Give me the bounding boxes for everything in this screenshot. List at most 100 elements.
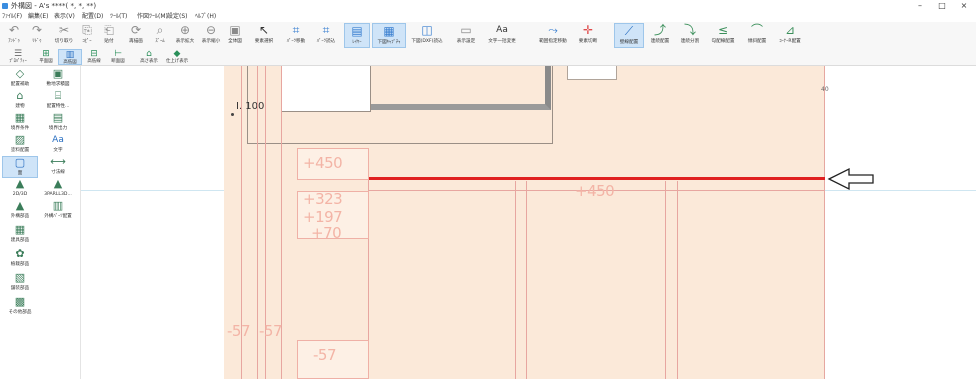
sidebar-item-fittings[interactable]: ▦ 建具部品 — [2, 224, 38, 246]
part-move-button[interactable]: ⌗ ﾊﾟｰﾂ移動 — [282, 23, 310, 48]
corner-icon: ⊿ — [784, 23, 796, 37]
dim-label: -57 — [259, 322, 283, 340]
wall-icon: ⟋ — [624, 24, 634, 38]
sidebar-item-text[interactable]: Aa 文字 — [40, 134, 76, 156]
sidebar-item-other[interactable]: ▩ その他部品 — [2, 296, 38, 318]
menu-place[interactable]: 配置(D) — [82, 12, 103, 22]
drawing-canvas[interactable]: I. 100 40 +450 +323 +197 +70 +450 -57 -5… — [81, 66, 976, 379]
sidebar-item-border-output[interactable]: ▤ 境界出力 — [40, 112, 76, 134]
menu-settings[interactable]: 設定(S) — [167, 12, 188, 22]
text-batch-icon: Aa — [496, 25, 508, 35]
building-icon: ⌂ — [16, 89, 24, 102]
main-toolbar: ↶ ｱﾝﾄﾞｩ ↷ ﾘﾄﾞｩ ✂ 切り取り ⎘ ｺﾋﾟｰ ⎗ 貼付 ⟳ 再描画 ⌕ ｽﾞｰﾑ … — [0, 22, 976, 50]
paste-icon: ⎗ — [104, 23, 114, 37]
menu-tool[interactable]: ﾂｰﾙ(T) — [110, 12, 127, 22]
close-button[interactable]: × — [956, 0, 972, 12]
text-batch-button[interactable]: Aa 文字一括変更 — [484, 23, 520, 48]
menu-file[interactable]: ﾌｧｲﾙ(F) — [2, 12, 22, 22]
sidebar-item-placement-aid[interactable]: ◇ 配置補助 — [2, 68, 38, 90]
selected-wall-line[interactable] — [369, 177, 825, 180]
undo-icon: ↶ — [8, 23, 20, 37]
cut-button[interactable]: ✂ 切り取り — [52, 23, 76, 48]
step-place-button[interactable]: ⌒ 傾斜配置 — [742, 23, 772, 48]
sidebar-item-2d3d[interactable]: ▲ 2D/3D — [2, 178, 38, 200]
plan-view-button[interactable]: ⊞ 平面図 — [34, 49, 58, 65]
grid-line — [515, 181, 516, 379]
display-settings-button[interactable]: ▭ 表示設定 — [452, 23, 480, 48]
height-display-button[interactable]: ⌂ 高さ表示 — [136, 49, 162, 65]
dim-label: -57 — [313, 346, 337, 364]
sidebar-item-dimension[interactable]: ⟷ 寸法線 — [40, 156, 76, 178]
wall-line-button[interactable]: ⟋ 壁線配置 — [614, 23, 644, 48]
underlay-capture-button[interactable]: ▦ 下図ｷｬﾌﾟﾁｬ — [372, 23, 406, 48]
fit-icon: ▣ — [229, 23, 241, 37]
copy-button[interactable]: ⎘ ｺﾋﾟｰ — [76, 23, 98, 48]
copy-icon: ⎘ — [82, 23, 92, 37]
exterior-place-icon: ▥ — [52, 199, 64, 212]
dimension-icon: ⟷ — [50, 155, 66, 168]
sidebar-item-building[interactable]: ⌂ 建物 — [2, 90, 38, 112]
underlay-dxf-button[interactable]: ◫ 下図(DXF)読込 — [408, 23, 446, 48]
app-icon — [2, 3, 8, 9]
maximize-button[interactable]: □ — [934, 0, 950, 12]
redo-button[interactable]: ↷ ﾘﾄﾞｩ — [26, 23, 48, 48]
undo-button[interactable]: ↶ ｱﾝﾄﾞｩ — [2, 23, 26, 48]
window-outline — [567, 66, 617, 80]
finish-display-button[interactable]: ◆ 仕上げ表示 — [162, 49, 192, 65]
furniture-icon: ▦ — [14, 223, 26, 236]
part-read-button[interactable]: ⌗ ﾊﾟｰﾂ読込 — [312, 23, 340, 48]
ground-icon: ▣ — [52, 67, 64, 80]
menu-edit[interactable]: 編集(E) — [28, 12, 48, 22]
building-info-icon: ⌸ — [54, 89, 62, 102]
sidebar-item-3parll3d[interactable]: ▲ 3PARLL3D... — [40, 178, 76, 200]
other-icon: ▩ — [14, 295, 26, 308]
range-move-button[interactable]: ⤳ 範囲指定移動 — [534, 23, 572, 48]
zoom-button[interactable]: ⌕ ｽﾞｰﾑ — [148, 23, 172, 48]
layer-icon: ▤ — [351, 24, 363, 38]
menu-drawtool[interactable]: 作図ﾂｰﾙ(M) — [137, 12, 168, 22]
title-bar: 外構図 - A's ****( *, *, **) – □ × — [0, 0, 976, 12]
slope-line-button[interactable]: ≤ 勾配線配置 — [706, 23, 740, 48]
cut-tool-icon: ✛ — [582, 23, 594, 37]
corner-r-button[interactable]: ⊿ ｺｰﾅｰR配置 — [774, 23, 806, 48]
zoom-in-button[interactable]: ⊕ 表示拡大 — [172, 23, 198, 48]
redraw-button[interactable]: ⟳ 再描画 — [124, 23, 148, 48]
fit-button[interactable]: ▣ 全体図 — [224, 23, 246, 48]
window-title: 外構図 - A's ****( *, *, **) — [11, 2, 97, 10]
surface-icon: ▢ — [14, 156, 26, 169]
sidebar-item-pavement[interactable]: ▧ 舗装部品 — [2, 272, 38, 294]
minimize-button[interactable]: – — [912, 0, 928, 12]
layer-button[interactable]: ▤ ﾚｲﾔｰ — [344, 23, 370, 48]
elevation-line-button[interactable]: ⊟ 高低線 — [82, 49, 106, 65]
corner-mark: 40 — [821, 86, 829, 93]
sidebar-item-building-info[interactable]: ⌸ 配置特性... — [40, 90, 76, 112]
zoom-out-button[interactable]: ⊖ 表示縮小 — [198, 23, 224, 48]
sidebar-item-plants[interactable]: ✿ 植栽部品 — [2, 248, 38, 270]
sidebar-item-exterior-parts[interactable]: ▲ 外構部品 — [2, 200, 38, 222]
paste-button[interactable]: ⎗ 貼付 — [98, 23, 120, 48]
pavement-icon: ▧ — [14, 271, 26, 284]
link-place-button[interactable]: ⤴ 連続配置 — [646, 23, 674, 48]
cut-element-button[interactable]: ✛ 要素切断 — [574, 23, 602, 48]
wall-outline — [371, 66, 551, 110]
sidebar-item-exterior-place[interactable]: ▥ 外構ﾊﾟｰﾂ配置 — [40, 200, 76, 222]
range-move-icon: ⤳ — [548, 23, 558, 37]
select-icon: ↖ — [258, 23, 270, 37]
underlay-cap-icon: ▦ — [383, 24, 395, 38]
parts-palette: ◇ 配置補助 ▣ 敷地求積図 ⌂ 建物 ⌸ 配置特性... ▦ 境界条件 ▤ 境界出力 ▨ 塗… — [0, 66, 81, 379]
sidebar-item-site-area[interactable]: ▣ 敷地求積図 — [40, 68, 76, 90]
sidebar-item-paint[interactable]: ▨ 塗料配置 — [2, 134, 38, 156]
step-icon: ⌒ — [750, 23, 764, 37]
select-button[interactable]: ↖ 要素選択 — [250, 23, 278, 48]
link-split-button[interactable]: ⤵ 連続分割 — [676, 23, 704, 48]
sidebar-item-surface[interactable]: ▢ 面 — [2, 156, 38, 178]
sidebar-item-border[interactable]: ▦ 境界条件 — [2, 112, 38, 134]
menu-view[interactable]: 表示(V) — [54, 12, 75, 22]
link-split-icon: ⤵ — [683, 23, 697, 37]
section-view-button[interactable]: ⊢ 断面図 — [106, 49, 130, 65]
elevation-view-button[interactable]: ▥ 高低図 — [58, 49, 82, 65]
boundary-icon: ◇ — [15, 67, 25, 80]
menu-help[interactable]: ﾍﾙﾌﾟ(H) — [195, 12, 216, 22]
level-point-icon — [231, 113, 234, 116]
property-button[interactable]: ☰ ﾌﾟﾛﾊﾟﾃｨｰ — [2, 49, 34, 65]
